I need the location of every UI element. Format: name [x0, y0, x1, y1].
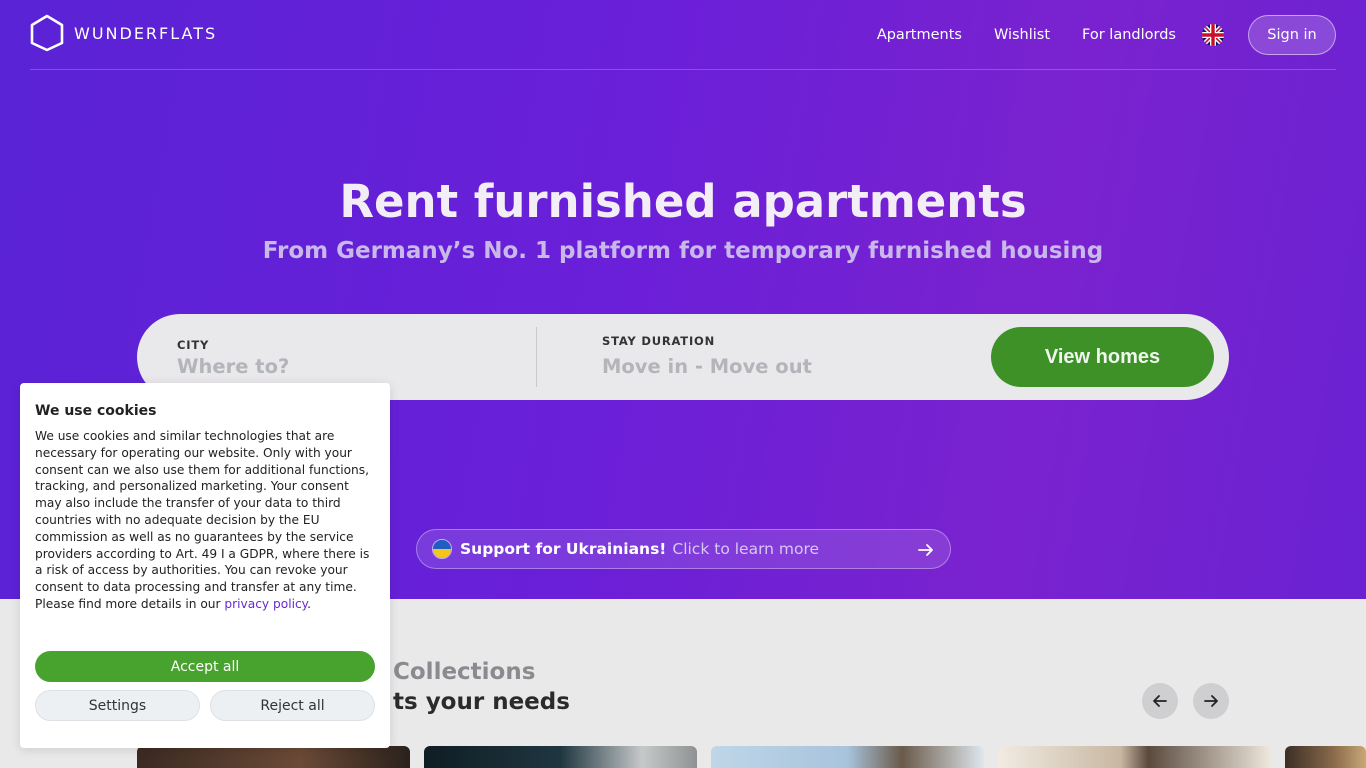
arrow-right-icon: [918, 544, 933, 556]
reject-all-button[interactable]: Reject all: [210, 690, 375, 721]
ukraine-flag-icon: [432, 539, 452, 559]
cookie-body: We use cookies and similar technologies …: [35, 428, 375, 613]
carousel-prev-button[interactable]: [1142, 683, 1178, 719]
learn-more-text: Click to learn more: [672, 540, 820, 558]
accept-all-button[interactable]: Accept all: [35, 651, 375, 682]
collections-subtitle: ts your needs: [393, 689, 570, 715]
search-divider: [536, 327, 537, 387]
collection-card[interactable]: [998, 746, 1271, 768]
stay-duration-field[interactable]: STAY DURATION Move in - Move out: [602, 314, 982, 400]
arrow-right-icon: [1204, 695, 1218, 707]
top-navigation: WUNDERFLATS Apartments Wishlist For land…: [30, 0, 1336, 70]
city-label: CITY: [177, 338, 210, 352]
sign-in-button[interactable]: Sign in: [1248, 15, 1336, 55]
collection-card[interactable]: [711, 746, 984, 768]
privacy-policy-link[interactable]: privacy policy: [224, 597, 307, 611]
cookie-body-end: .: [307, 596, 312, 611]
collection-card[interactable]: [1285, 746, 1366, 768]
ukraine-support-text: Support for Ukrainians!: [460, 540, 667, 558]
nav-link-apartments[interactable]: Apartments: [877, 27, 962, 43]
nav-link-for-landlords[interactable]: For landlords: [1082, 27, 1176, 43]
nav-link-wishlist[interactable]: Wishlist: [994, 27, 1050, 43]
view-homes-button[interactable]: View homes: [991, 327, 1214, 387]
language-flag-uk-icon[interactable]: [1202, 24, 1224, 46]
hero-subtitle: From Germany’s No. 1 platform for tempor…: [262, 238, 1104, 264]
stay-duration-label: STAY DURATION: [602, 334, 716, 348]
house-logo-icon: [30, 14, 64, 52]
logo-text: WUNDERFLATS: [74, 23, 218, 43]
nav-links: Apartments Wishlist For landlords Sign i…: [845, 15, 1336, 55]
carousel-next-button[interactable]: [1193, 683, 1229, 719]
ukraine-support-banner[interactable]: Support for Ukrainians! Click to learn m…: [416, 529, 951, 569]
cookie-consent-dialog: We use cookies We use cookies and simila…: [20, 383, 390, 748]
cookie-settings-button[interactable]: Settings: [35, 690, 200, 721]
city-input[interactable]: Where to?: [177, 355, 289, 378]
stay-duration-input[interactable]: Move in - Move out: [602, 355, 812, 378]
collection-card[interactable]: [137, 746, 410, 768]
logo[interactable]: WUNDERFLATS: [30, 14, 217, 52]
hero-title: Rent furnished apartments: [339, 175, 1027, 228]
cookie-body-text: We use cookies and similar technologies …: [35, 429, 370, 611]
arrow-left-icon: [1153, 695, 1167, 707]
collection-card[interactable]: [424, 746, 697, 768]
collections-title: Collections: [393, 659, 536, 685]
cookie-title: We use cookies: [35, 403, 157, 419]
